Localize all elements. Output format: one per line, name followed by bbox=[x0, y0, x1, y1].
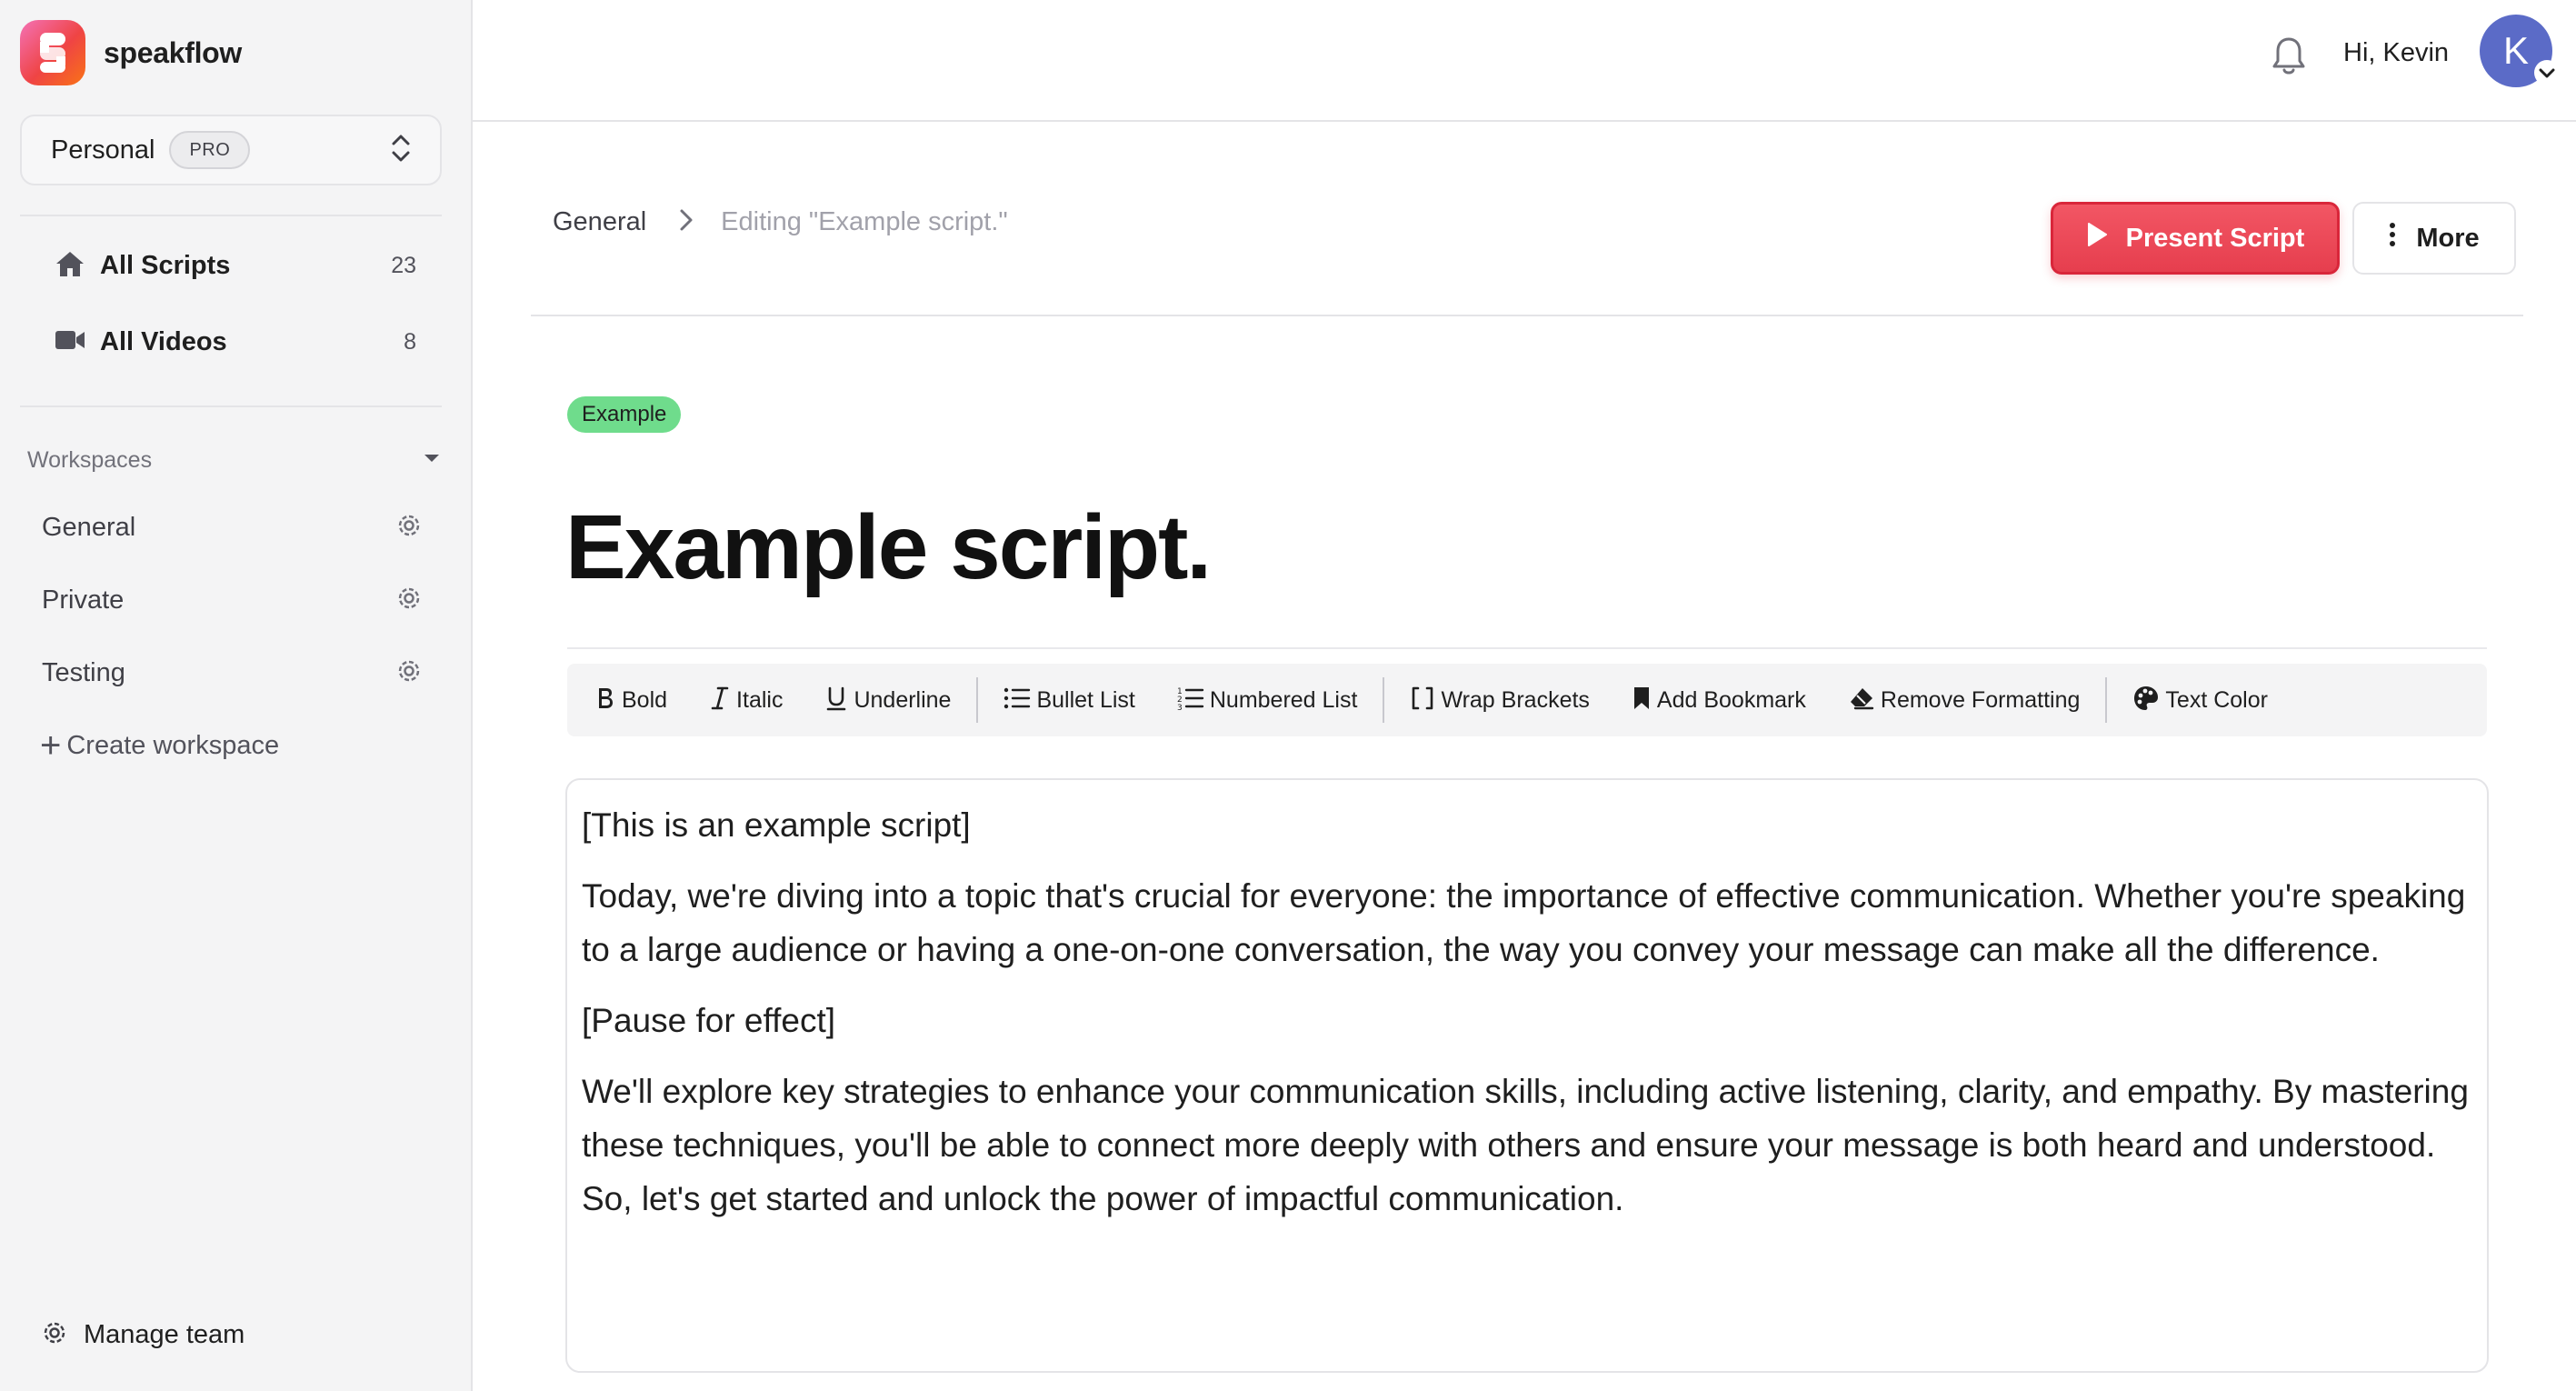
add-bookmark-button[interactable]: Add Bookmark bbox=[1632, 673, 1806, 727]
bullet-list-button[interactable]: Bullet List bbox=[1003, 673, 1135, 727]
gear-icon[interactable] bbox=[394, 584, 424, 617]
sidebar-item-all-videos[interactable]: All Videos 8 bbox=[55, 315, 416, 369]
present-script-label: Present Script bbox=[2125, 223, 2305, 253]
breadcrumb-root-link[interactable]: General bbox=[553, 207, 646, 237]
sidebar-divider bbox=[20, 215, 442, 216]
videos-count: 8 bbox=[404, 328, 416, 355]
user-greeting: Hi, Kevin bbox=[2343, 38, 2450, 67]
workspaces-label: Workspaces bbox=[27, 446, 153, 473]
workspace-label: General bbox=[42, 512, 136, 542]
app-name: speakflow bbox=[104, 35, 243, 69]
more-label: More bbox=[2416, 223, 2480, 253]
create-workspace-label: Create workspace bbox=[66, 730, 280, 760]
formatting-toolbar: Bold Italic Underline Bullet List 123 Nu… bbox=[567, 664, 2487, 736]
top-bar bbox=[473, 0, 2576, 122]
breadcrumb-current: Editing "Example script." bbox=[721, 207, 1008, 236]
palette-icon bbox=[2132, 685, 2160, 716]
bullet-list-icon bbox=[1003, 686, 1031, 715]
speakflow-logo-icon bbox=[20, 20, 85, 85]
bold-icon bbox=[594, 685, 616, 716]
home-icon bbox=[55, 249, 85, 283]
italic-label: Italic bbox=[736, 686, 784, 713]
scripts-count: 23 bbox=[391, 252, 416, 278]
create-workspace-button[interactable]: + Create workspace bbox=[40, 718, 279, 773]
remove-formatting-label: Remove Formatting bbox=[1880, 686, 2081, 713]
underline-label: Underline bbox=[854, 686, 952, 713]
team-switcher[interactable]: Personal PRO bbox=[20, 115, 442, 185]
play-icon bbox=[2086, 222, 2108, 255]
script-editor[interactable]: [This is an example script] Today, we're… bbox=[565, 778, 2489, 1373]
caret-down-icon bbox=[424, 452, 440, 468]
sidebar: speakflow Personal PRO All Scripts 23 Al… bbox=[0, 0, 473, 1391]
pro-badge: PRO bbox=[169, 131, 251, 169]
text-color-button[interactable]: Text Color bbox=[2132, 673, 2268, 727]
toolbar-separator bbox=[2105, 677, 2108, 723]
title-divider bbox=[567, 647, 2487, 649]
gear-icon bbox=[40, 1318, 69, 1352]
present-script-button[interactable]: Present Script bbox=[2051, 202, 2340, 275]
sidebar-item-label: All Scripts bbox=[100, 250, 231, 280]
wrap-brackets-button[interactable]: Wrap Brackets bbox=[1410, 673, 1590, 727]
chevron-down-icon[interactable] bbox=[2534, 60, 2560, 85]
workspace-item-testing[interactable]: Testing bbox=[42, 645, 424, 700]
more-button[interactable]: More bbox=[2352, 202, 2516, 275]
script-tag[interactable]: Example bbox=[567, 396, 682, 433]
plus-icon: + bbox=[40, 726, 62, 766]
toolbar-separator bbox=[1383, 677, 1385, 723]
bullet-list-label: Bullet List bbox=[1036, 686, 1135, 713]
workspace-item-private[interactable]: Private bbox=[42, 573, 424, 627]
gear-icon[interactable] bbox=[394, 656, 424, 690]
manage-team-button[interactable]: Manage team bbox=[40, 1307, 245, 1362]
workspace-item-general[interactable]: General bbox=[42, 500, 424, 555]
manage-team-label: Manage team bbox=[84, 1319, 245, 1349]
numbered-list-icon: 123 bbox=[1177, 685, 1204, 716]
underline-button[interactable]: Underline bbox=[824, 673, 951, 727]
brand[interactable]: speakflow bbox=[20, 20, 242, 85]
chevron-right-icon bbox=[679, 208, 694, 236]
script-paragraph: [Pause for effect] bbox=[582, 1002, 836, 1039]
script-paragraph: Today, we're diving into a topic that's … bbox=[582, 877, 2466, 968]
workspace-label: Private bbox=[42, 585, 125, 615]
italic-button[interactable]: Italic bbox=[709, 673, 783, 727]
workspace-label: Testing bbox=[42, 657, 125, 687]
underline-icon bbox=[824, 685, 848, 716]
numbered-list-label: Numbered List bbox=[1209, 686, 1358, 713]
bold-button[interactable]: Bold bbox=[594, 673, 667, 727]
eraser-icon bbox=[1848, 685, 1875, 716]
script-paragraph: We'll explore key strategies to enhance … bbox=[582, 1073, 2469, 1217]
wrap-brackets-label: Wrap Brackets bbox=[1441, 686, 1590, 713]
bookmark-icon bbox=[1632, 685, 1652, 716]
numbered-list-button[interactable]: 123 Numbered List bbox=[1177, 673, 1358, 727]
breadcrumb: General Editing "Example script." bbox=[553, 207, 1008, 237]
toolbar-separator bbox=[976, 677, 979, 723]
add-bookmark-label: Add Bookmark bbox=[1656, 686, 1806, 713]
sidebar-divider bbox=[20, 405, 442, 407]
video-camera-icon bbox=[55, 327, 85, 357]
team-name: Personal bbox=[51, 135, 155, 165]
italic-icon bbox=[709, 685, 731, 716]
remove-formatting-button[interactable]: Remove Formatting bbox=[1848, 673, 2081, 727]
text-color-label: Text Color bbox=[2165, 686, 2268, 713]
gear-icon[interactable] bbox=[394, 511, 424, 545]
chevron-up-down-icon bbox=[389, 133, 413, 168]
bell-icon[interactable] bbox=[2269, 35, 2309, 83]
bold-label: Bold bbox=[622, 686, 668, 713]
header-divider bbox=[531, 315, 2523, 316]
script-title[interactable]: Example script. bbox=[565, 491, 1212, 604]
workspaces-header[interactable]: Workspaces bbox=[27, 440, 440, 480]
svg-text:3: 3 bbox=[1177, 704, 1183, 711]
brackets-icon bbox=[1410, 685, 1435, 716]
script-paragraph: [This is an example script] bbox=[582, 806, 971, 844]
sidebar-item-label: All Videos bbox=[100, 326, 227, 356]
sidebar-item-all-scripts[interactable]: All Scripts 23 bbox=[55, 238, 416, 293]
more-vertical-icon bbox=[2389, 222, 2396, 255]
